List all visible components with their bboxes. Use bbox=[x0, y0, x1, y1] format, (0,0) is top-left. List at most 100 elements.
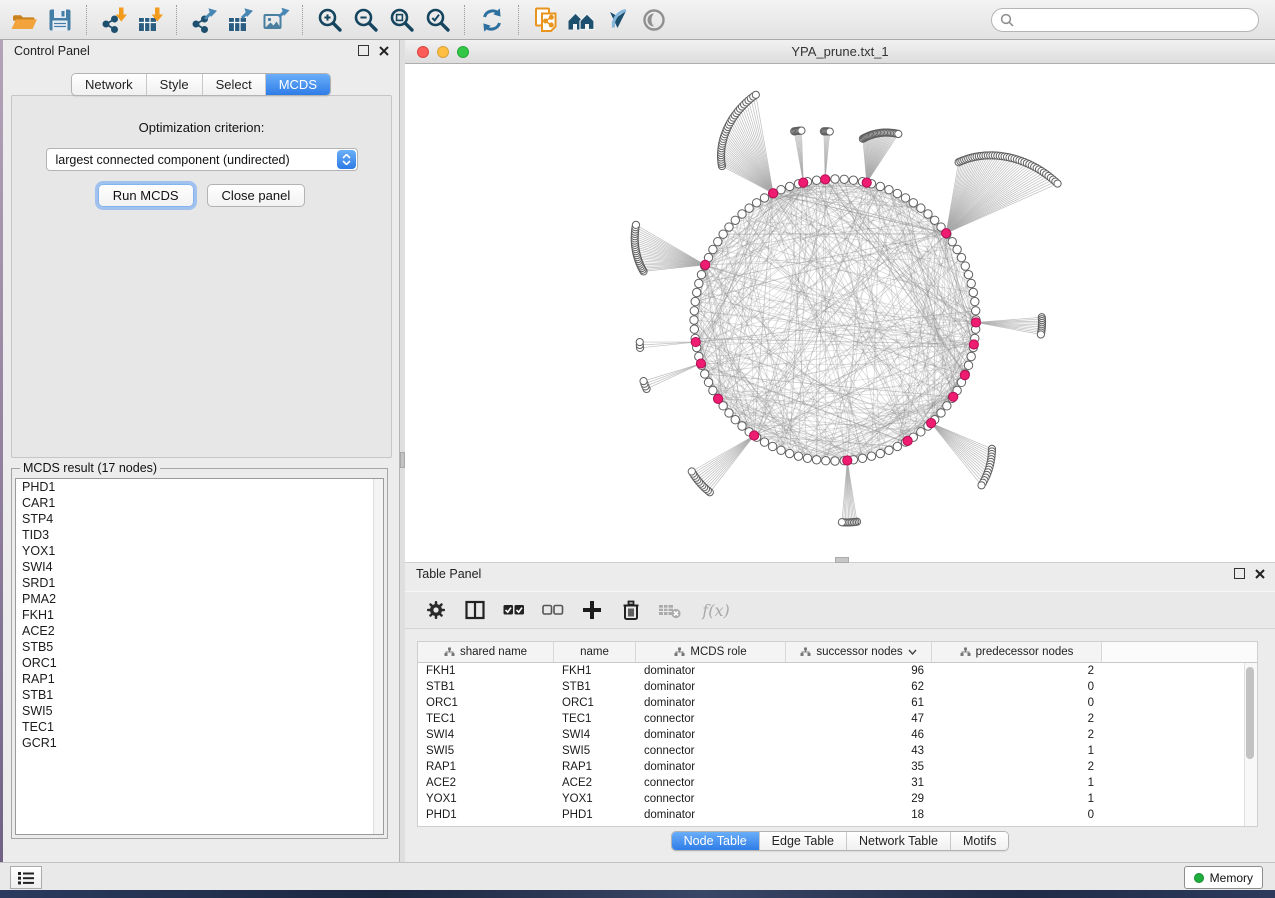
graph-hub-node[interactable] bbox=[696, 359, 705, 368]
table-row[interactable]: SWI4SWI4dominator462 bbox=[418, 727, 1257, 743]
table-cell[interactable]: ORC1 bbox=[554, 695, 636, 711]
function-builder-icon[interactable]: f(x) bbox=[694, 595, 738, 625]
table-row[interactable]: PHD1PHD1dominator180 bbox=[418, 807, 1257, 823]
zoom-out-icon[interactable] bbox=[348, 3, 384, 37]
export-table-icon[interactable] bbox=[222, 3, 258, 37]
table-cell[interactable]: 2 bbox=[932, 663, 1102, 679]
table-cell[interactable]: connector bbox=[636, 775, 786, 791]
table-cell[interactable]: 29 bbox=[786, 791, 932, 807]
graph-node[interactable] bbox=[967, 279, 975, 287]
graph-node[interactable] bbox=[725, 223, 733, 231]
graph-node[interactable] bbox=[826, 128, 833, 135]
tab-network-table[interactable]: Network Table bbox=[846, 832, 950, 850]
table-cell[interactable]: RAP1 bbox=[418, 759, 554, 775]
graph-node[interactable] bbox=[731, 216, 739, 224]
mcds-result-list[interactable]: PHD1CAR1STP4TID3YOX1SWI4SRD1PMA2FKH1ACE2… bbox=[15, 478, 384, 835]
graph-node[interactable] bbox=[978, 482, 985, 489]
table-cell[interactable]: YOX1 bbox=[554, 791, 636, 807]
table-cell[interactable]: RAP1 bbox=[554, 759, 636, 775]
table-cell[interactable]: 43 bbox=[786, 743, 932, 759]
run-mcds-button[interactable]: Run MCDS bbox=[98, 184, 194, 207]
zoom-in-icon[interactable] bbox=[312, 3, 348, 37]
table-row[interactable]: FKH1FKH1dominator962 bbox=[418, 663, 1257, 679]
graph-node[interactable] bbox=[738, 210, 746, 218]
graph-node[interactable] bbox=[858, 454, 866, 462]
graph-node[interactable] bbox=[695, 279, 703, 287]
table-cell[interactable]: PHD1 bbox=[554, 807, 636, 823]
mcds-result-item[interactable]: FKH1 bbox=[16, 607, 383, 623]
graph-node[interactable] bbox=[831, 457, 839, 465]
graph-node[interactable] bbox=[917, 428, 925, 436]
graph-node[interactable] bbox=[760, 438, 768, 446]
column-header-MCDS-role[interactable]: MCDS role bbox=[636, 642, 786, 662]
table-cell[interactable]: SWI5 bbox=[418, 743, 554, 759]
graph-hub-node[interactable] bbox=[843, 456, 852, 465]
search-box[interactable] bbox=[991, 8, 1259, 32]
table-cell[interactable]: dominator bbox=[636, 727, 786, 743]
table-cell[interactable]: ACE2 bbox=[418, 775, 554, 791]
mcds-result-item[interactable]: YOX1 bbox=[16, 543, 383, 559]
table-cell[interactable]: dominator bbox=[636, 759, 786, 775]
graph-node[interactable] bbox=[1037, 331, 1044, 338]
table-cell[interactable]: SWI5 bbox=[554, 743, 636, 759]
zoom-fit-icon[interactable] bbox=[384, 3, 420, 37]
graph-hub-node[interactable] bbox=[903, 436, 912, 445]
graph-node[interactable] bbox=[893, 442, 901, 450]
column-header-name[interactable]: name bbox=[554, 642, 636, 662]
graph-node[interactable] bbox=[794, 452, 802, 460]
column-header-shared-name[interactable]: shared name bbox=[418, 642, 554, 662]
graph-node[interactable] bbox=[909, 199, 917, 207]
graph-node[interactable] bbox=[876, 182, 884, 190]
graph-node[interactable] bbox=[838, 519, 845, 526]
graph-node[interactable] bbox=[893, 189, 901, 197]
graph-hub-node[interactable] bbox=[960, 370, 969, 379]
graph-node[interactable] bbox=[924, 210, 932, 218]
table-cell[interactable]: STB1 bbox=[554, 679, 636, 695]
column-header-successor-nodes[interactable]: successor nodes bbox=[786, 642, 932, 662]
graph-node[interactable] bbox=[812, 176, 820, 184]
graph-node[interactable] bbox=[943, 402, 951, 410]
table-cell[interactable]: 1 bbox=[932, 743, 1102, 759]
graph-node[interactable] bbox=[885, 446, 893, 454]
graph-node[interactable] bbox=[745, 204, 753, 212]
table-cell[interactable]: 0 bbox=[932, 695, 1102, 711]
mcds-result-item[interactable]: PMA2 bbox=[16, 591, 383, 607]
save-session-icon[interactable] bbox=[42, 3, 78, 37]
graph-node[interactable] bbox=[961, 262, 969, 270]
graph-node[interactable] bbox=[640, 378, 647, 385]
table-cell[interactable]: 0 bbox=[932, 807, 1102, 823]
tab-motifs[interactable]: Motifs bbox=[950, 832, 1008, 850]
mcds-result-item[interactable]: GCR1 bbox=[16, 735, 383, 751]
graph-node[interactable] bbox=[876, 449, 884, 457]
graph-node[interactable] bbox=[760, 194, 768, 202]
table-cell[interactable]: 18 bbox=[786, 807, 932, 823]
table-cell[interactable]: 61 bbox=[786, 695, 932, 711]
table-row[interactable]: SWI5SWI5connector431 bbox=[418, 743, 1257, 759]
mcds-result-item[interactable]: STB1 bbox=[16, 687, 383, 703]
table-cell[interactable]: connector bbox=[636, 743, 786, 759]
graph-hub-node[interactable] bbox=[942, 229, 951, 238]
graph-node[interactable] bbox=[632, 221, 639, 228]
graph-node[interactable] bbox=[953, 245, 961, 253]
table-cell[interactable]: connector bbox=[636, 791, 786, 807]
table-cell[interactable]: 1 bbox=[932, 791, 1102, 807]
export-network-icon[interactable] bbox=[186, 3, 222, 37]
table-cell[interactable]: SWI4 bbox=[554, 727, 636, 743]
float-panel-icon[interactable] bbox=[358, 45, 369, 56]
table-cell[interactable]: 46 bbox=[786, 727, 932, 743]
delete-column-trash-icon[interactable] bbox=[616, 595, 646, 625]
graph-node[interactable] bbox=[725, 409, 733, 417]
mcds-result-item[interactable]: SWI5 bbox=[16, 703, 383, 719]
close-panel-icon[interactable] bbox=[379, 46, 389, 56]
table-cell[interactable]: SWI4 bbox=[418, 727, 554, 743]
mcds-result-item[interactable]: STP4 bbox=[16, 511, 383, 527]
table-cell[interactable]: 0 bbox=[932, 679, 1102, 695]
tab-select[interactable]: Select bbox=[202, 74, 265, 95]
graph-node[interactable] bbox=[697, 270, 705, 278]
graph-node[interactable] bbox=[822, 456, 830, 464]
table-cell[interactable]: ORC1 bbox=[418, 695, 554, 711]
table-cell[interactable]: 47 bbox=[786, 711, 932, 727]
graph-hub-node[interactable] bbox=[949, 392, 958, 401]
export-image-icon[interactable] bbox=[258, 3, 294, 37]
graph-node[interactable] bbox=[964, 270, 972, 278]
